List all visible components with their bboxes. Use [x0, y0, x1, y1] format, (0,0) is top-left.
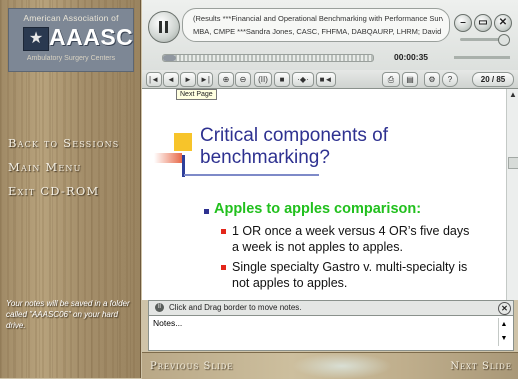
- elapsed-time: 00:00:35: [394, 52, 429, 62]
- logo-sub-text: Ambulatory Surgery Centers: [26, 55, 116, 62]
- print-button[interactable]: ⎙: [382, 72, 400, 87]
- bottom-nav-bar: Previous Slide Next Slide: [142, 352, 518, 379]
- notes-textarea[interactable]: Notes...: [153, 318, 473, 346]
- print-icon: ⎙: [387, 75, 395, 84]
- pause-mini-icon: (II): [258, 75, 268, 84]
- exit-cdrom-link[interactable]: Exit CD-ROM: [8, 184, 99, 198]
- notes-icon: ▤: [406, 75, 414, 84]
- help-icon: ?: [447, 75, 453, 84]
- notes-drag-bar[interactable]: ll Click and Drag border to move notes. …: [148, 300, 514, 316]
- zoom-out-button[interactable]: ⊖: [235, 72, 251, 87]
- last-page-button[interactable]: ►|: [197, 72, 213, 87]
- last-page-icon: ►|: [200, 75, 210, 84]
- notes-save-message: Your notes will be saved in a folder cal…: [6, 299, 130, 330]
- volume-button[interactable]: ·◆·: [292, 72, 314, 87]
- slide-point-2: Single specialty Gastro v. multi-special…: [221, 259, 472, 291]
- slide-point-1: 1 OR once a week versus 4 OR’s five days…: [221, 223, 472, 255]
- point-1-text: 1 OR once a week versus 4 OR’s five days…: [232, 224, 470, 254]
- settings-button[interactable]: ⚙: [424, 72, 440, 87]
- stop-icon: ■: [279, 75, 285, 84]
- red-bullet-icon: [221, 265, 226, 270]
- volume-icon: ·◆·: [297, 75, 309, 84]
- slide-deco-yellow: [174, 133, 192, 151]
- notes-scrollbar[interactable]: ▲ ▼: [498, 318, 509, 346]
- zoom-in-icon: ⊕: [222, 75, 230, 84]
- logo-star-icon: ★: [23, 27, 49, 51]
- aaasc-logo: American Association of ★ AAASC Ambulato…: [8, 8, 134, 72]
- notes-toggle-button[interactable]: ▤: [402, 72, 418, 87]
- main-menu-link[interactable]: Main Menu: [8, 160, 82, 174]
- info-line-2: MBA, CMPE ***Sandra Jones, CASC, FHFMA, …: [193, 27, 443, 36]
- stop-button[interactable]: ■: [274, 72, 290, 87]
- slide-toolbar: |◄ ◄ ► ►| ⊕ ⊖ (II) ■ ·◆· ■◄ ⎙ ▤ ⚙ ? 20 /…: [142, 70, 518, 88]
- bullet-square-icon: [204, 209, 209, 214]
- volume-slider[interactable]: [460, 34, 510, 46]
- close-icon: ✕: [498, 17, 508, 28]
- now-playing-info: (Results ***Financial and Operational Be…: [182, 8, 450, 42]
- pause-icon: [159, 21, 169, 33]
- mute-icon: ■◄: [319, 75, 333, 84]
- gear-icon: ⚙: [428, 75, 436, 84]
- first-page-icon: |◄: [149, 75, 159, 84]
- notes-bar-label: Click and Drag border to move notes.: [169, 303, 302, 312]
- next-page-tooltip: Next Page: [176, 89, 217, 100]
- close-icon: ✕: [501, 304, 508, 313]
- zoom-in-button[interactable]: ⊕: [218, 72, 234, 87]
- previous-icon: ◄: [167, 75, 175, 84]
- media-player: (Results ***Financial and Operational Be…: [142, 0, 518, 89]
- notes-close-button[interactable]: ✕: [498, 302, 511, 315]
- first-page-button[interactable]: |◄: [146, 72, 162, 87]
- sidebar: American Association of ★ AAASC Ambulato…: [0, 0, 141, 378]
- scroll-thumb[interactable]: [508, 157, 518, 169]
- close-button[interactable]: ✕: [494, 14, 512, 32]
- minimize-icon: –: [460, 17, 466, 28]
- scroll-down-icon[interactable]: ▼: [499, 332, 509, 346]
- slide-view: Critical components of benchmarking? App…: [142, 89, 506, 300]
- balance-slider[interactable]: [454, 56, 510, 59]
- zoom-out-icon: ⊖: [239, 75, 247, 84]
- bottom-landscape-decor: [292, 353, 392, 379]
- page-indicator: 20 / 85: [472, 72, 514, 87]
- volume-knob[interactable]: [497, 34, 510, 46]
- slide-deco-line: [184, 174, 319, 176]
- scroll-up-icon[interactable]: ▲: [507, 89, 518, 101]
- slide-deco-red: [154, 153, 182, 163]
- next-slide-link[interactable]: Next Slide: [450, 361, 512, 372]
- scroll-up-icon[interactable]: ▲: [499, 318, 509, 332]
- slide-title: Critical components of benchmarking?: [200, 125, 388, 168]
- seek-bar[interactable]: [162, 54, 374, 62]
- help-button[interactable]: ?: [442, 72, 458, 87]
- logo-name: AAASC: [49, 24, 134, 50]
- red-bullet-icon: [221, 229, 226, 234]
- previous-page-button[interactable]: ◄: [163, 72, 179, 87]
- point-2-text: Single specialty Gastro v. multi-special…: [232, 260, 468, 290]
- next-icon: ►: [184, 75, 192, 84]
- pause-button[interactable]: [148, 11, 180, 43]
- back-to-sessions-link[interactable]: Back to Sessions: [8, 136, 119, 150]
- main-point: Apples to apples comparison:: [214, 201, 422, 217]
- drag-handle-icon[interactable]: ll: [155, 303, 164, 312]
- minimize-button[interactable]: –: [454, 14, 472, 32]
- previous-slide-link[interactable]: Previous Slide: [150, 361, 234, 372]
- restore-icon: ▭: [478, 17, 488, 28]
- restore-button[interactable]: ▭: [474, 14, 492, 32]
- next-page-button[interactable]: ►: [180, 72, 196, 87]
- logo-top-text: American Association of: [23, 13, 119, 23]
- mute-button[interactable]: ■◄: [316, 72, 336, 87]
- pause-mini-button[interactable]: (II): [254, 72, 272, 87]
- seek-progress: [163, 55, 176, 61]
- slide-scrollbar[interactable]: ▲: [506, 89, 518, 300]
- notes-panel: Notes... ▲ ▼: [148, 315, 514, 351]
- info-line-1: (Results ***Financial and Operational Be…: [193, 14, 443, 23]
